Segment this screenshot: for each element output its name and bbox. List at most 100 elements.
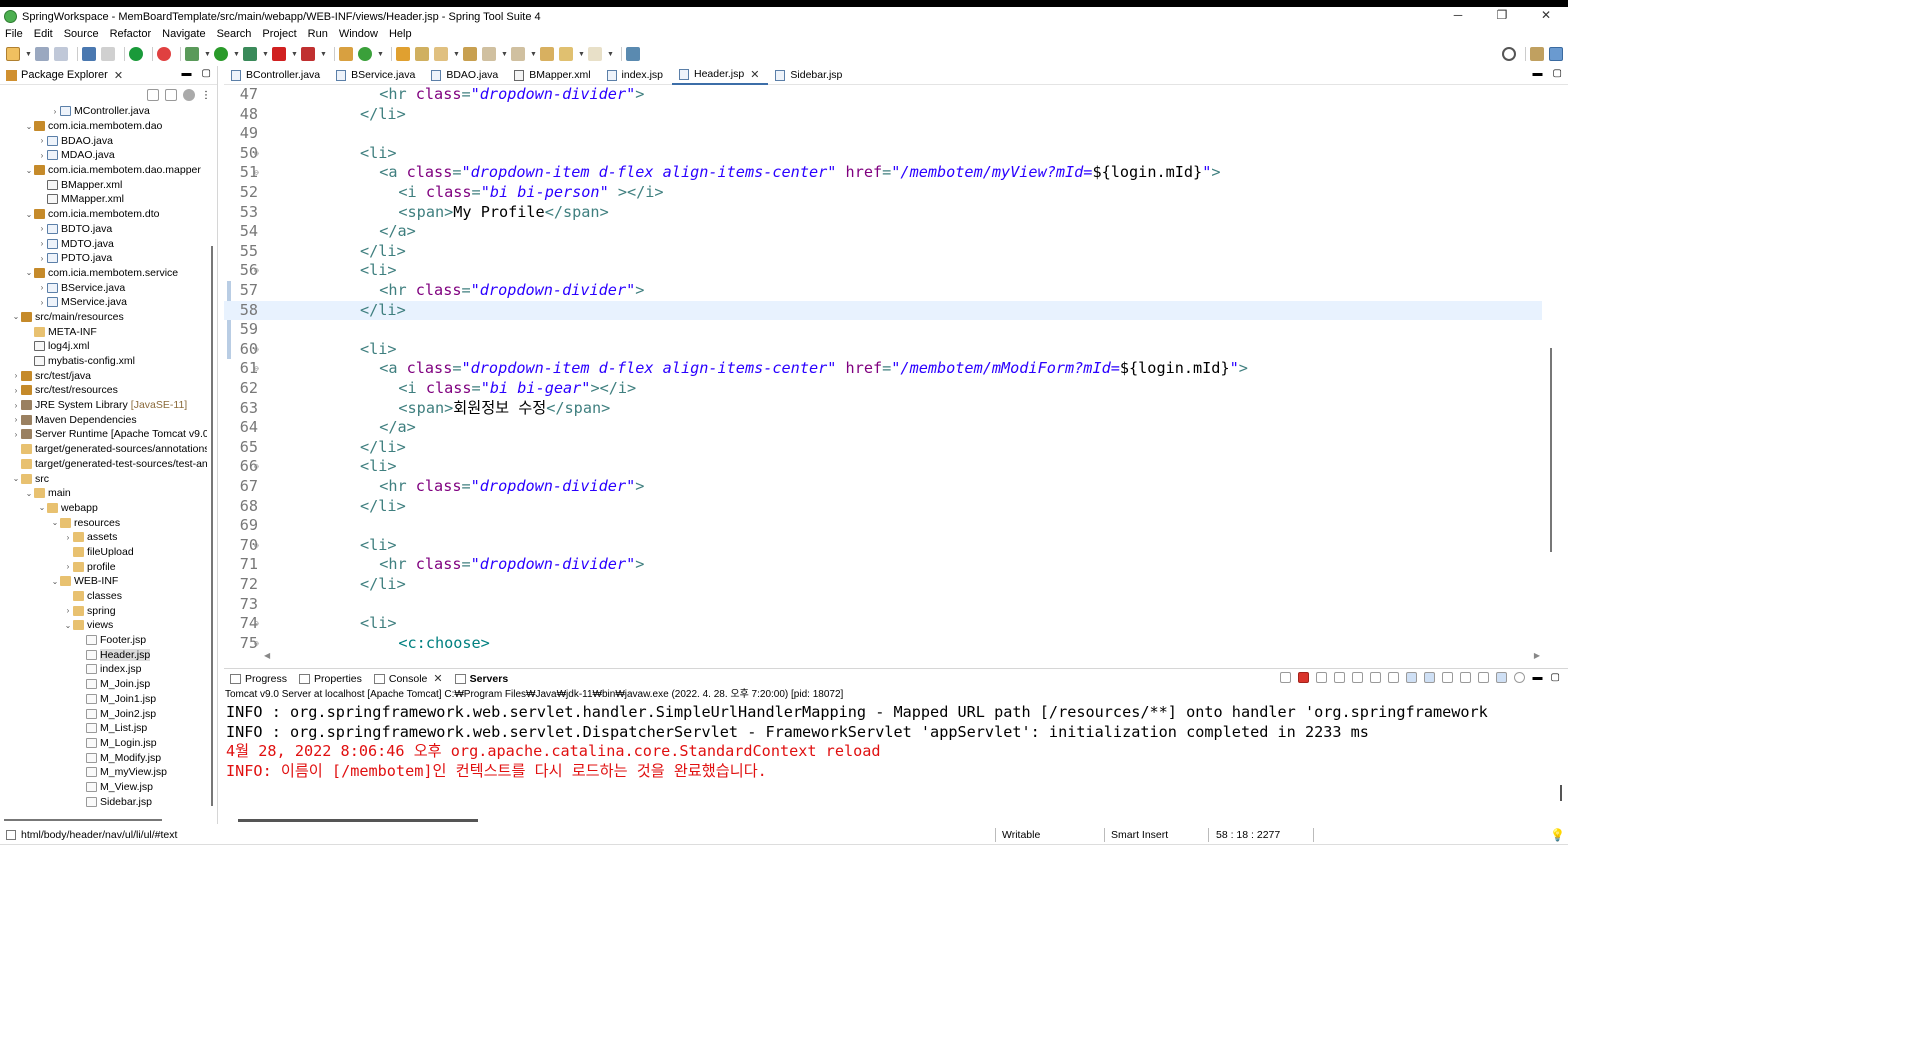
status-cursor-position[interactable]: 58 : 18 : 2277 [1216,829,1280,841]
tree-item[interactable]: Footer.jsp [0,633,207,648]
collapse-icon[interactable]: ⌄ [37,503,47,512]
console-tab[interactable]: Properties [299,673,362,685]
scroll-lock-icon[interactable] [1369,672,1381,683]
refresh-icon[interactable] [1279,672,1291,683]
debug-dropdown-icon[interactable]: ▼ [204,51,211,58]
tree-item[interactable]: ⌄ com.icia.membotem.dao [0,119,207,134]
expand-icon[interactable]: › [63,562,73,571]
tree-horizontal-scrollbar[interactable] [4,816,204,824]
tree-item[interactable]: Header.jsp [0,647,207,662]
menu-refactor[interactable]: Refactor [110,28,152,40]
collapse-icon[interactable]: ⌄ [11,474,21,483]
tree-vertical-scrollbar[interactable] [209,104,215,808]
close-window-button[interactable]: ✕ [1524,7,1568,26]
open-task-icon[interactable] [415,47,429,61]
tree-item[interactable]: › BDAO.java [0,133,207,148]
tree-item[interactable]: › PDTO.java [0,251,207,266]
tree-item[interactable]: › assets [0,530,207,545]
menu-file[interactable]: File [5,28,23,40]
tree-item[interactable]: › MService.java [0,295,207,310]
menu-edit[interactable]: Edit [34,28,53,40]
fold-toggle-icon[interactable]: ⊖ [254,614,259,634]
tree-item[interactable]: Sidebar.jsp [0,794,207,808]
search-toolbar-icon[interactable] [434,47,448,61]
editor-tab[interactable]: Header.jsp ✕ [672,65,769,85]
expand-icon[interactable]: › [63,606,73,615]
last-edit-location-icon[interactable] [540,47,554,61]
code-line[interactable]: 73 [224,595,1542,615]
tree-item[interactable]: MMapper.xml [0,192,207,207]
next-annotation-icon[interactable] [482,47,496,61]
tree-item[interactable]: ⌄ WEB-INF [0,574,207,589]
search-dropdown-icon[interactable]: ▼ [453,51,460,58]
maximize-button[interactable]: ❐ [1480,7,1524,26]
link-with-editor-icon[interactable] [165,89,177,101]
previous-annotation-icon[interactable] [511,47,525,61]
expand-icon[interactable]: › [37,224,47,233]
search-icon[interactable] [1502,47,1516,61]
start-server-icon[interactable] [129,47,143,61]
console-vertical-scrollbar[interactable] [1560,785,1562,801]
collapse-all-icon[interactable] [147,89,159,101]
pin-console-icon[interactable] [1441,672,1453,683]
collapse-icon[interactable]: ⌄ [24,122,34,131]
terminate-dropdown-icon[interactable]: ▼ [291,51,298,58]
code-line[interactable]: 63 <span>회원정보 수정</span> [224,399,1542,419]
tab-package-explorer[interactable]: Package Explorer ✕ [6,69,123,82]
maximize-view-icon[interactable]: ▢ [202,68,211,79]
tree-item[interactable]: ⌄ views [0,618,207,633]
expand-icon[interactable]: › [37,283,47,292]
close-icon[interactable]: ✕ [114,69,123,82]
tree-item[interactable]: › Maven Dependencies [0,412,207,427]
status-insert-mode[interactable]: Smart Insert [1111,829,1168,841]
menu-navigate[interactable]: Navigate [162,28,205,40]
menu-project[interactable]: Project [262,28,296,40]
fold-toggle-icon[interactable]: ⊖ [254,261,259,281]
tree-item[interactable]: index.jsp [0,662,207,677]
run-dropdown-icon[interactable]: ▼ [233,51,240,58]
code-line[interactable]: 74 ⊖ <li> [224,614,1542,634]
maximize-editor-icon[interactable]: ▢ [1553,68,1562,79]
external-tools-icon[interactable] [301,47,315,61]
tree-item[interactable]: mybatis-config.xml [0,354,207,369]
code-line[interactable]: 67 <hr class="dropdown-divider"> [224,477,1542,497]
tree-item[interactable]: M_List.jsp [0,721,207,736]
tree-item[interactable]: M_Join1.jsp [0,692,207,707]
tree-item[interactable]: ⌄ src/main/resources [0,310,207,325]
expand-icon[interactable]: › [37,151,47,160]
collapse-icon[interactable]: ⌄ [11,312,21,321]
expand-icon[interactable]: › [11,415,21,424]
show-on-stderr-icon[interactable] [1423,672,1435,683]
word-wrap-icon[interactable] [1387,672,1399,683]
fold-toggle-icon[interactable]: ⊖ [254,634,259,651]
code-line[interactable]: 60 ⊖ <li> [224,340,1542,360]
minimize-console-icon[interactable]: ▬ [1533,672,1543,683]
tree-item[interactable]: target/generated-sources/annotations [0,442,207,457]
filter-icon[interactable] [183,89,195,101]
minimize-editor-icon[interactable]: ▬ [1533,68,1543,79]
open-perspective-icon[interactable] [1530,47,1544,61]
expand-icon[interactable]: › [37,136,47,145]
forward-dropdown-icon[interactable]: ▼ [607,51,614,58]
back-icon[interactable] [559,47,573,61]
code-line[interactable]: 70 ⊖ <li> [224,536,1542,556]
menu-window[interactable]: Window [339,28,378,40]
clear-console-icon[interactable] [1351,672,1363,683]
tree-item[interactable]: M_Login.jsp [0,736,207,751]
fold-toggle-icon[interactable]: ⊖ [254,536,259,556]
code-line[interactable]: 54 </a> [224,222,1542,242]
tree-item[interactable]: › src/test/resources [0,383,207,398]
expand-icon[interactable]: › [11,371,21,380]
tree-item[interactable]: ⌄ com.icia.membotem.dto [0,207,207,222]
expand-icon[interactable]: › [11,401,21,410]
display-console-icon[interactable] [1459,672,1471,683]
link-console-icon[interactable] [1495,672,1507,683]
external-tools-dropdown-icon[interactable]: ▼ [320,51,327,58]
previous-annotation-dropdown-icon[interactable]: ▼ [530,51,537,58]
code-line[interactable]: 69 [224,516,1542,536]
remove-all-terminated-icon[interactable] [1333,672,1345,683]
tree-item[interactable]: log4j.xml [0,339,207,354]
editor-tab[interactable]: BController.java [224,66,329,85]
tree-item[interactable]: M_Modify.jsp [0,750,207,765]
fold-toggle-icon[interactable]: ⊖ [254,457,259,477]
